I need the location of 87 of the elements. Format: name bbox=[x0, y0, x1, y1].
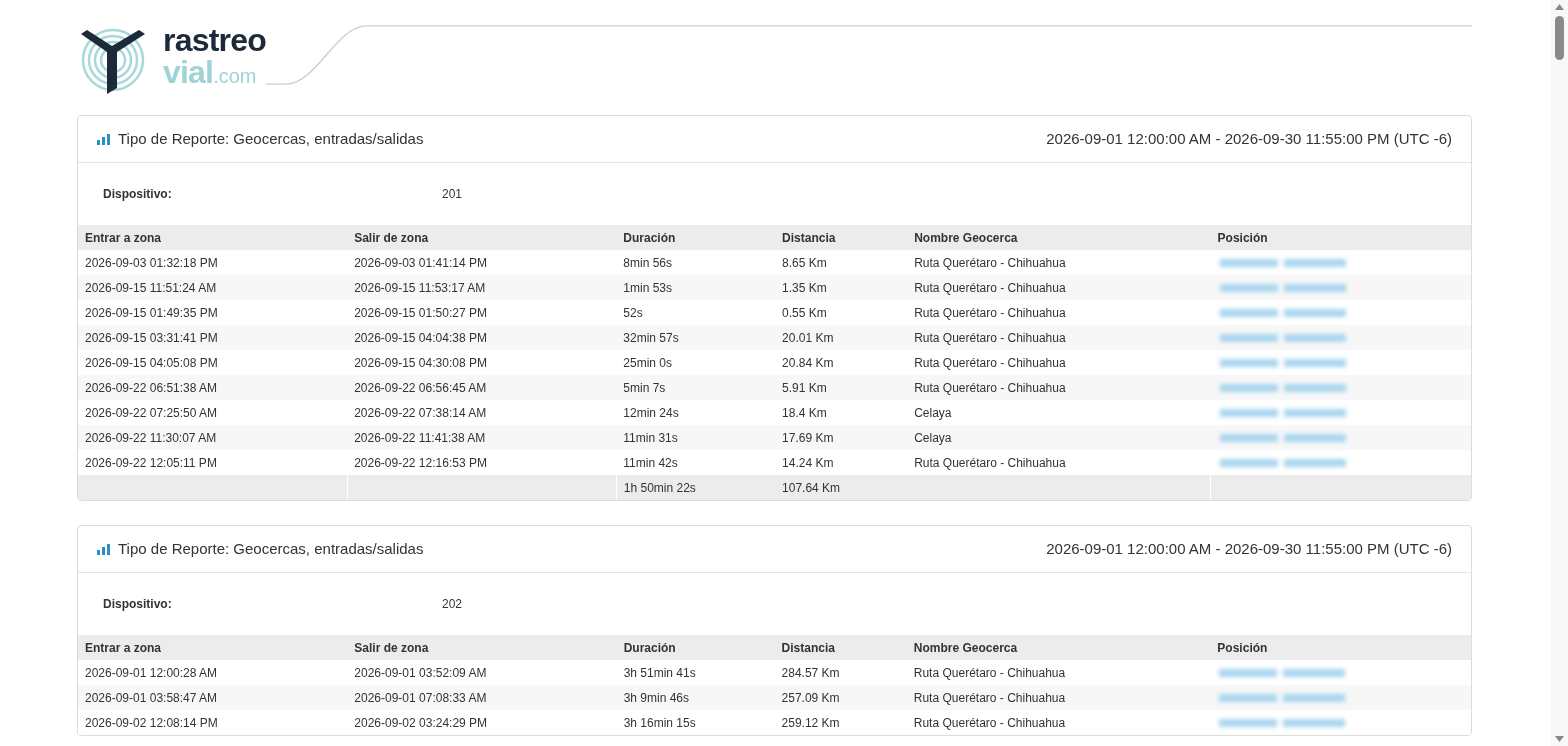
table-cell: Ruta Querétaro - Chihuahua bbox=[907, 375, 1211, 400]
scroll-up-icon[interactable] bbox=[1555, 4, 1564, 10]
table-cell: 2026-09-22 06:51:38 AM bbox=[78, 375, 348, 400]
table-cell: 257.09 Km bbox=[774, 685, 907, 710]
table-cell: 2026-09-22 12:16:53 PM bbox=[347, 450, 617, 475]
column-header: Posición bbox=[1210, 225, 1471, 250]
table-cell: Ruta Querétaro - Chihuahua bbox=[907, 350, 1211, 375]
table-cell: 5.91 Km bbox=[775, 375, 908, 400]
column-header: Nombre Geocerca bbox=[907, 225, 1211, 250]
column-header: Nombre Geocerca bbox=[906, 635, 1211, 660]
table-cell: 2026-09-22 11:30:07 AM bbox=[78, 425, 348, 450]
column-header: Entrar a zona bbox=[78, 635, 348, 660]
total-distance: 107.64 Km bbox=[775, 475, 908, 500]
logo-text: .com bbox=[213, 66, 257, 86]
table-cell: 2026-09-02 12:08:14 PM bbox=[78, 710, 348, 735]
logo-text: vial bbox=[163, 56, 214, 88]
column-header: Entrar a zona bbox=[78, 225, 348, 250]
table-cell: 1.35 Km bbox=[775, 275, 908, 300]
table-cell: 1min 53s bbox=[616, 275, 776, 300]
table-cell: 14.24 Km bbox=[775, 450, 908, 475]
table-cell: 32min 57s bbox=[616, 325, 776, 350]
table-cell: 20.84 Km bbox=[775, 350, 908, 375]
table-cell: 12min 24s bbox=[616, 400, 776, 425]
table-cell: 2026-09-22 12:05:11 PM bbox=[78, 450, 348, 475]
table-cell: 2026-09-01 12:00:28 AM bbox=[78, 660, 348, 685]
table-cell: 2026-09-01 03:58:47 AM bbox=[78, 685, 348, 710]
device-value: 202 bbox=[442, 596, 463, 613]
table-cell: Ruta Querétaro - Chihuahua bbox=[907, 325, 1211, 350]
table-cell: Ruta Querétaro - Chihuahua bbox=[907, 250, 1211, 275]
table-cell: 2026-09-22 07:25:50 AM bbox=[78, 400, 348, 425]
table-cell: 2026-09-22 11:41:38 AM bbox=[347, 425, 617, 450]
scrollbar-thumb[interactable] bbox=[1555, 16, 1564, 60]
table-cell: 20.01 Km bbox=[775, 325, 908, 350]
scroll-down-icon[interactable] bbox=[1555, 736, 1564, 742]
column-header: Distancia bbox=[774, 635, 907, 660]
date-range: 2026-09-01 12:00:00 AM - 2026-09-30 11:55:00 PM (UTC -6) bbox=[1046, 128, 1452, 149]
column-header: Duración bbox=[616, 225, 776, 250]
device-value: 201 bbox=[442, 186, 463, 203]
total-duration: 1h 50min 22s bbox=[616, 475, 776, 500]
date-range: 2026-09-01 12:00:00 AM - 2026-09-30 11:55:00 PM (UTC -6) bbox=[1046, 538, 1452, 559]
column-header: Salir de zona bbox=[347, 225, 617, 250]
table-cell: 2026-09-22 06:56:45 AM bbox=[347, 375, 617, 400]
table-cell: 2026-09-15 01:50:27 PM bbox=[347, 300, 617, 325]
table-cell: 2026-09-03 01:32:18 PM bbox=[78, 250, 348, 275]
report-title: Tipo de Reporte: Geocercas, entradas/salidas bbox=[118, 128, 424, 149]
table-cell: Ruta Querétaro - Chihuahua bbox=[907, 275, 1211, 300]
table-cell: 284.57 Km bbox=[774, 660, 907, 685]
bar-chart-icon bbox=[97, 133, 110, 145]
table-cell: 2026-09-15 03:31:41 PM bbox=[78, 325, 348, 350]
table-cell: 2026-09-22 07:38:14 AM bbox=[347, 400, 617, 425]
table-cell: 3h 9min 46s bbox=[616, 685, 775, 710]
table-cell: 2026-09-01 03:52:09 AM bbox=[347, 660, 617, 685]
column-header: Posición bbox=[1210, 635, 1471, 660]
table-cell: 2026-09-03 01:41:14 PM bbox=[347, 250, 617, 275]
table-cell: 0.55 Km bbox=[775, 300, 908, 325]
table-cell: 8.65 Km bbox=[775, 250, 908, 275]
column-header: Salir de zona bbox=[347, 635, 617, 660]
scrollbar[interactable] bbox=[1551, 0, 1568, 746]
column-header: Duración bbox=[616, 635, 775, 660]
table-cell: Celaya bbox=[907, 425, 1211, 450]
table-cell: 5min 7s bbox=[616, 375, 776, 400]
table-cell: 2026-09-15 11:51:24 AM bbox=[78, 275, 348, 300]
report-title: Tipo de Reporte: Geocercas, entradas/salidas bbox=[118, 538, 424, 559]
table-cell: 17.69 Km bbox=[775, 425, 908, 450]
logo-text: rastreo bbox=[163, 24, 266, 56]
table-cell: 52s bbox=[616, 300, 776, 325]
table-cell: 11min 42s bbox=[616, 450, 776, 475]
device-label: Dispositivo: bbox=[103, 596, 173, 613]
table-cell: 2026-09-01 07:08:33 AM bbox=[347, 685, 617, 710]
bar-chart-icon bbox=[97, 543, 110, 555]
table-cell: 2026-09-15 04:30:08 PM bbox=[347, 350, 617, 375]
table-cell: Celaya bbox=[907, 400, 1211, 425]
table-cell: 2026-09-15 04:04:38 PM bbox=[347, 325, 617, 350]
table-cell: 25min 0s bbox=[616, 350, 776, 375]
table-cell: Ruta Querétaro - Chihuahua bbox=[907, 450, 1211, 475]
table-cell: Ruta Querétaro - Chihuahua bbox=[906, 660, 1211, 685]
table-cell: 2026-09-15 04:05:08 PM bbox=[78, 350, 348, 375]
table-cell: 3h 51min 41s bbox=[616, 660, 775, 685]
column-header: Distancia bbox=[775, 225, 908, 250]
device-label: Dispositivo: bbox=[103, 186, 173, 203]
table-cell: 11min 31s bbox=[616, 425, 776, 450]
table-cell: 8min 56s bbox=[616, 250, 776, 275]
table-cell: 2026-09-15 11:53:17 AM bbox=[347, 275, 617, 300]
table-cell: Ruta Querétaro - Chihuahua bbox=[907, 300, 1211, 325]
table-cell: 2026-09-15 01:49:35 PM bbox=[78, 300, 348, 325]
table-cell: 18.4 Km bbox=[775, 400, 908, 425]
table-cell: Ruta Querétaro - Chihuahua bbox=[906, 685, 1211, 710]
